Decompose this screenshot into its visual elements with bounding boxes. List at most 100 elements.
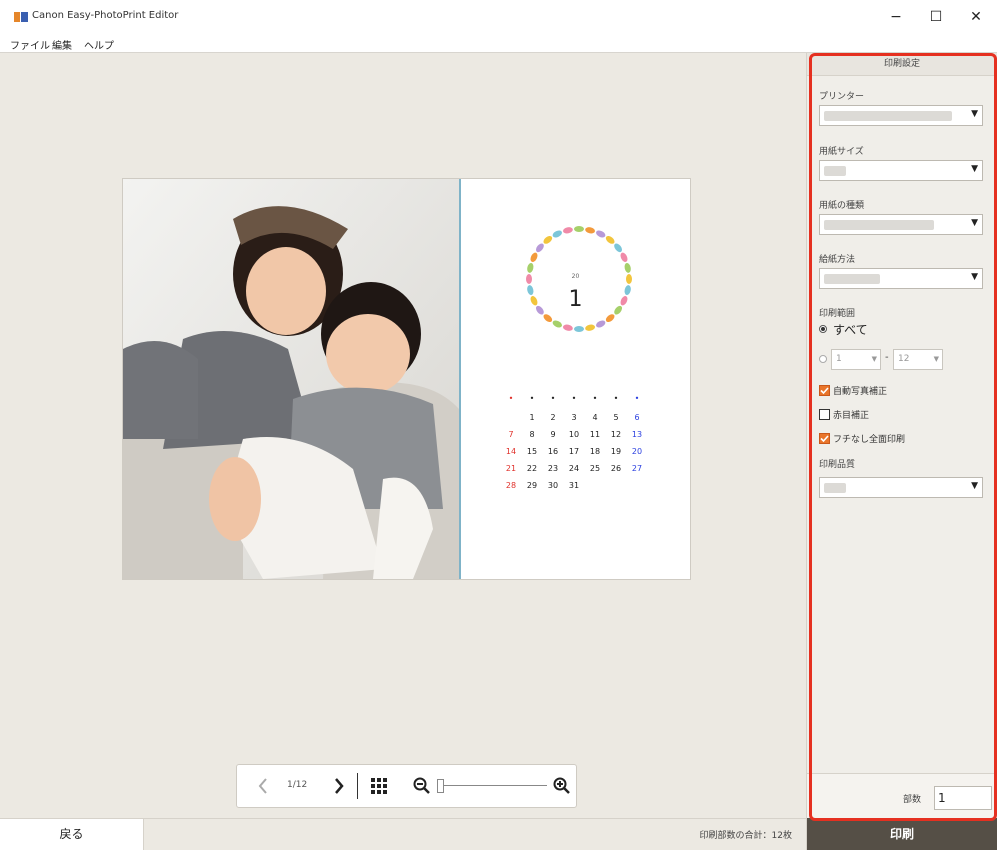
calendar-day [501,410,521,426]
page-indicator: 1/12 [287,780,308,790]
auto-correct-label: 自動写真補正 [833,387,888,397]
panel-title: 印刷設定 [807,53,997,76]
print-range-label: 印刷範囲 [819,309,856,319]
calendar-day: 20 [631,447,643,456]
calendar-day: 2 [550,413,556,422]
calendar-day: 1 [529,413,535,422]
calendar-day: 22 [526,464,538,473]
calendar-day: 10 [568,430,580,439]
calendar-day [606,478,626,494]
calendar-day: 21 [505,464,517,473]
navigation-toolbar: 1/12 [236,764,577,808]
menu-edit[interactable]: 編集 [52,37,72,52]
toolbar-divider [357,773,358,799]
range-all-label: すべて [833,323,868,337]
calendar-day: 4 [592,413,598,422]
calendar-weekday-mark: • [634,394,640,403]
print-quality-dropdown[interactable]: ▼ [819,477,983,498]
title-bar: Canon Easy-PhotoPrint Editor − ☐ ✕ [0,0,997,34]
back-button[interactable]: 戻る [0,819,144,850]
calendar-day: 8 [529,430,535,439]
range-to-select[interactable]: 12 ▼ [893,349,943,370]
calendar-day: 28 [505,481,517,490]
calendar-day: 29 [526,481,538,490]
zoom-out-icon[interactable] [413,777,431,795]
dropdown-arrow-icon: ▼ [871,355,877,363]
chevron-right-icon[interactable] [333,777,345,795]
range-all-radio[interactable] [819,325,827,333]
calendar-day: 13 [631,430,643,439]
chevron-left-icon[interactable] [257,777,269,795]
auto-correct-checkbox[interactable] [819,385,830,396]
calendar-weekday-mark: • [529,394,535,403]
print-settings-panel: 印刷設定 プリンター ▼ 用紙サイズ ▼ 用紙の種類 ▼ 給紙方法 ▼ 印刷範囲… [806,53,997,850]
calendar-day: 9 [550,430,556,439]
calendar-day: 14 [505,447,517,456]
app-icon [14,12,28,22]
calendar-day: 31 [568,481,580,490]
paper-source-dropdown[interactable]: ▼ [819,268,983,289]
menu-bar: ファイル 編集 ヘルプ [0,34,997,53]
calendar-year: 20 [571,273,580,280]
dropdown-arrow-icon: ▼ [971,218,978,228]
calendar-day: 18 [589,447,601,456]
calendar-weekday-mark: • [508,394,514,403]
calendar-weekday-mark: • [613,394,619,403]
zoom-slider-track[interactable] [439,785,547,786]
range-from-select[interactable]: 1 ▼ [831,349,881,370]
calendar-day: 15 [526,447,538,456]
copies-input[interactable]: 1 [934,786,992,810]
dropdown-arrow-icon: ▼ [971,164,978,174]
printer-dropdown[interactable]: ▼ [819,105,983,126]
calendar-day: 19 [610,447,622,456]
maximize-button[interactable]: ☐ [920,6,952,28]
calendar-day: 7 [508,430,514,439]
calendar-day: 30 [547,481,559,490]
paper-source-label: 給紙方法 [819,255,856,265]
print-button[interactable]: 印刷 [807,818,997,850]
calendar-weekday-mark: • [592,394,598,403]
calendar-day: 12 [610,430,622,439]
calendar-day: 25 [589,464,601,473]
dropdown-arrow-icon: ▼ [971,481,978,491]
checkmark-icon [820,387,829,395]
grid-icon[interactable] [371,778,387,794]
borderless-checkbox[interactable] [819,433,830,444]
bottom-bar: 戻る 印刷部数の合計：12枚 [0,818,806,850]
calendar-day [585,478,605,494]
media-type-label: 用紙の種類 [819,201,865,211]
copies-label: 部数 [903,795,922,805]
range-custom-radio[interactable] [819,355,827,363]
calendar-weekday-mark: • [550,394,556,403]
calendar-spread[interactable]: 20 1 • • • • • • • 1 2 3 4 5 6 7 8 9 10 11 12 13 14 15 16 17 18 1… [122,178,691,580]
red-eye-checkbox[interactable] [819,409,830,420]
range-from-value: 1 [836,354,842,364]
media-type-dropdown[interactable]: ▼ [819,214,983,235]
borderless-label: フチなし全面印刷 [833,435,906,445]
close-button[interactable]: ✕ [960,6,992,28]
printer-label: プリンター [819,92,865,102]
paper-size-dropdown[interactable]: ▼ [819,160,983,181]
calendar-day: 27 [631,464,643,473]
menu-file[interactable]: ファイル [10,37,50,52]
range-to-value: 12 [898,354,910,364]
total-copies-text: 印刷部数の合計：12枚 [699,831,792,841]
calendar-day [627,478,647,494]
calendar-weekday-mark: • [571,394,577,403]
minimize-button[interactable]: − [880,6,912,28]
calendar-day: 24 [568,464,580,473]
checkmark-icon [820,435,829,443]
photo-image [123,179,459,579]
menu-help[interactable]: ヘルプ [84,37,114,52]
calendar-month: 1 [568,287,583,312]
paper-size-label: 用紙サイズ [819,147,864,157]
calendar-day: 5 [613,413,619,422]
photo[interactable] [123,179,459,579]
zoom-slider-thumb[interactable] [437,779,444,793]
calendar-day: 23 [547,464,559,473]
zoom-in-icon[interactable] [553,777,571,795]
copies-bar: 部数 1 [807,773,997,819]
calendar-page[interactable]: 20 1 • • • • • • • 1 2 3 4 5 6 7 8 9 10 11 12 13 14 15 16 17 18 1… [461,179,690,579]
range-separator: - [885,352,889,363]
window-title: Canon Easy-PhotoPrint Editor [32,10,179,21]
